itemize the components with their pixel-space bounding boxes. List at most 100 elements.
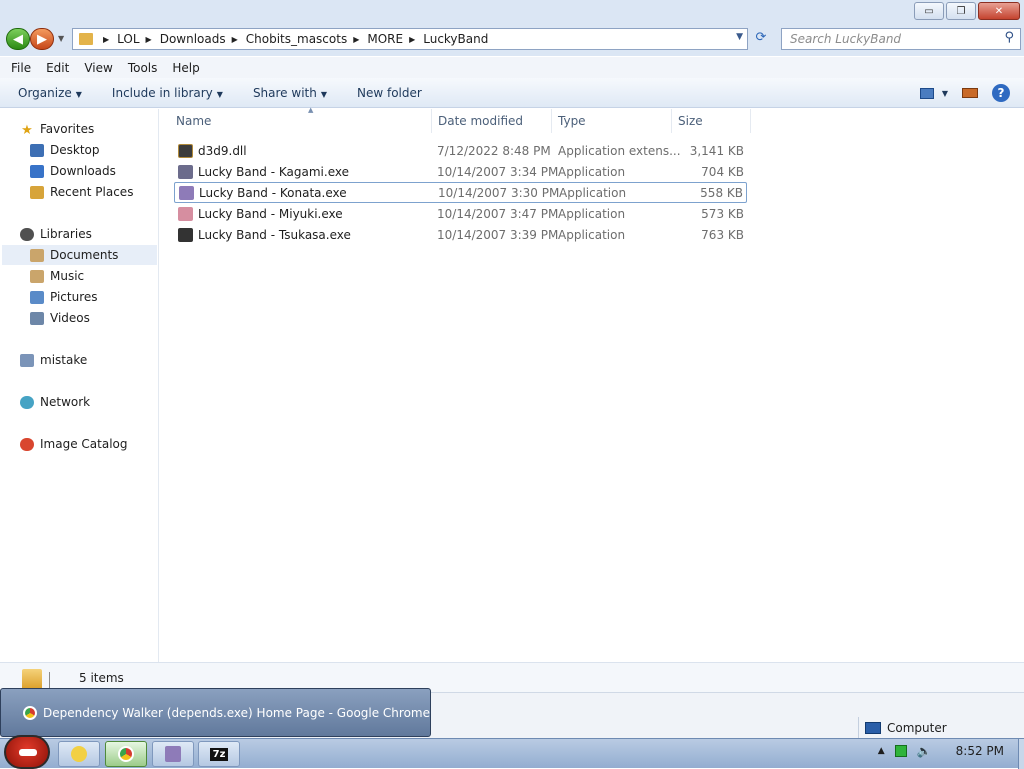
minimize-button[interactable]: ▭ (914, 2, 944, 20)
sort-ascending-icon: ▲ (308, 106, 314, 114)
breadcrumb-more[interactable]: MORE (367, 32, 403, 46)
view-icon (919, 87, 934, 99)
back-button[interactable]: ◀ (6, 28, 30, 50)
nav-desktop[interactable]: Desktop (30, 140, 100, 160)
nav-image-catalog-label: Image Catalog (40, 437, 128, 451)
nav-videos[interactable]: Videos (30, 308, 90, 328)
tsukasa-app-icon (178, 227, 193, 242)
close-button[interactable]: ✕ (978, 2, 1020, 20)
menu-edit[interactable]: Edit (46, 61, 69, 75)
chevron-down-icon: ▼ (941, 88, 948, 98)
nav-libraries[interactable]: Libraries (20, 224, 92, 244)
downloads-icon (30, 164, 44, 178)
nav-music[interactable]: Music (30, 266, 84, 286)
search-input[interactable]: Search LuckyBand ⚲ (781, 28, 1021, 50)
nav-mistake[interactable]: mistake (20, 350, 87, 370)
nav-documents-label: Documents (50, 248, 119, 262)
file-list: ▲ Name Date modified Type Size d3d9.dll … (160, 106, 1024, 662)
new-folder-button[interactable]: New folder (357, 86, 422, 100)
search-placeholder: Search LuckyBand (790, 32, 902, 46)
breadcrumb-separator-icon[interactable]: ▶ (232, 35, 238, 44)
preview-pane-icon[interactable] (962, 88, 978, 98)
column-name-label: Name (176, 114, 212, 128)
table-row[interactable]: d3d9.dll 7/12/2022 8:48 PM Application e… (174, 140, 747, 161)
nav-documents[interactable]: Documents (2, 245, 157, 265)
nav-network[interactable]: Network (20, 392, 90, 412)
thumbnail-title: Dependency Walker (depends.exe) Home Pag… (43, 705, 430, 720)
file-name: Lucky Band - Kagami.exe (198, 164, 349, 179)
show-hidden-icons-icon[interactable]: ▲ (878, 746, 885, 756)
breadcrumb-separator-icon[interactable]: ▶ (353, 35, 359, 44)
konata-app-icon (179, 185, 194, 200)
file-date: 10/14/2007 3:39 PM (437, 227, 559, 242)
file-type: Application (558, 164, 626, 179)
file-name: Lucky Band - Tsukasa.exe (198, 227, 351, 242)
breadcrumb-chobits-mascots[interactable]: Chobits_mascots (246, 32, 347, 46)
include-in-library-button[interactable]: Include in library ▼ (112, 86, 223, 100)
breadcrumb-downloads[interactable]: Downloads (160, 32, 226, 46)
breadcrumb-lol[interactable]: LOL (117, 32, 139, 46)
recent-pages-dropdown-icon[interactable]: ▼ (58, 34, 64, 43)
taskbar-konata-button[interactable] (152, 741, 194, 767)
taskbar-7zip-button[interactable]: 7z (198, 741, 240, 767)
help-icon[interactable]: ? (992, 84, 1010, 102)
taskbar-thumbnail-tooltip[interactable]: Dependency Walker (depends.exe) Home Pag… (0, 688, 431, 737)
nav-downloads[interactable]: Downloads (30, 161, 116, 181)
menu-view[interactable]: View (84, 61, 112, 75)
clock[interactable]: 8:52 PM (956, 744, 1004, 758)
nav-network-label: Network (40, 395, 91, 409)
change-view-button[interactable]: ▼ (919, 87, 948, 99)
share-with-button[interactable]: Share with ▼ (253, 86, 327, 100)
nav-recent-places[interactable]: Recent Places (30, 182, 133, 202)
restore-button[interactable]: ❐ (946, 2, 976, 20)
file-type: Application (559, 185, 627, 200)
refresh-icon[interactable]: ⟳ (750, 30, 772, 48)
back-arrow-icon: ◀ (13, 31, 23, 47)
table-row[interactable]: Lucky Band - Konata.exe 10/14/2007 3:30 … (174, 182, 747, 203)
table-row[interactable]: Lucky Band - Kagami.exe 10/14/2007 3:34 … (174, 161, 747, 182)
system-tray: ▲ 🔈 8:52 PM (878, 744, 1016, 758)
forward-button[interactable]: ▶ (30, 28, 54, 50)
nav-favorites[interactable]: ★ Favorites (20, 119, 94, 139)
star-icon: ★ (21, 122, 33, 138)
address-bar[interactable]: ▶ LOL ▶ Downloads ▶ Chobits_mascots ▶ MO… (72, 28, 748, 50)
network-status-icon[interactable] (894, 745, 907, 757)
zone-label: Computer (887, 721, 947, 735)
nav-image-catalog[interactable]: Image Catalog (20, 434, 127, 454)
nav-favorites-label: Favorites (40, 122, 95, 136)
nav-pictures[interactable]: Pictures (30, 287, 98, 307)
column-header-size[interactable]: Size (672, 109, 751, 133)
menu-tools[interactable]: Tools (128, 61, 158, 75)
column-header-name[interactable]: ▲ Name (170, 106, 432, 133)
breadcrumb-separator-icon[interactable]: ▶ (103, 35, 109, 44)
taskbar-explorer-button[interactable] (58, 741, 100, 767)
item-count: 5 items (79, 671, 124, 685)
breadcrumb-separator-icon[interactable]: ▶ (146, 35, 152, 44)
volume-icon[interactable]: 🔈 (917, 744, 932, 758)
pictures-icon (30, 290, 44, 304)
column-header-type[interactable]: Type (552, 109, 672, 133)
breadcrumb-luckyband[interactable]: LuckyBand (423, 32, 488, 46)
libraries-icon (20, 227, 34, 241)
address-dropdown-icon[interactable]: ▼ (736, 32, 743, 42)
table-row[interactable]: Lucky Band - Miyuki.exe 10/14/2007 3:47 … (174, 203, 747, 224)
videos-icon (30, 311, 44, 325)
file-date: 10/14/2007 3:47 PM (437, 206, 559, 221)
menu-file[interactable]: File (11, 61, 31, 75)
organize-button[interactable]: Organize ▼ (18, 86, 82, 100)
column-header-date[interactable]: Date modified (432, 109, 552, 133)
column-type-label: Type (558, 114, 586, 128)
kagami-app-icon (178, 164, 193, 179)
search-icon[interactable]: ⚲ (1004, 30, 1014, 45)
file-date: 10/14/2007 3:30 PM (438, 185, 560, 200)
show-desktop-button[interactable] (1018, 739, 1024, 769)
breadcrumb-separator-icon[interactable]: ▶ (409, 35, 415, 44)
menu-help[interactable]: Help (172, 61, 199, 75)
nav-music-label: Music (50, 269, 85, 283)
column-size-label: Size (678, 114, 703, 128)
command-bar: Organize ▼ Include in library ▼ Share with… (0, 78, 1024, 108)
taskbar-chrome-button[interactable] (105, 741, 147, 767)
table-row[interactable]: Lucky Band - Tsukasa.exe 10/14/2007 3:39… (174, 224, 747, 245)
start-button[interactable] (4, 735, 50, 769)
computer-icon (865, 722, 881, 734)
